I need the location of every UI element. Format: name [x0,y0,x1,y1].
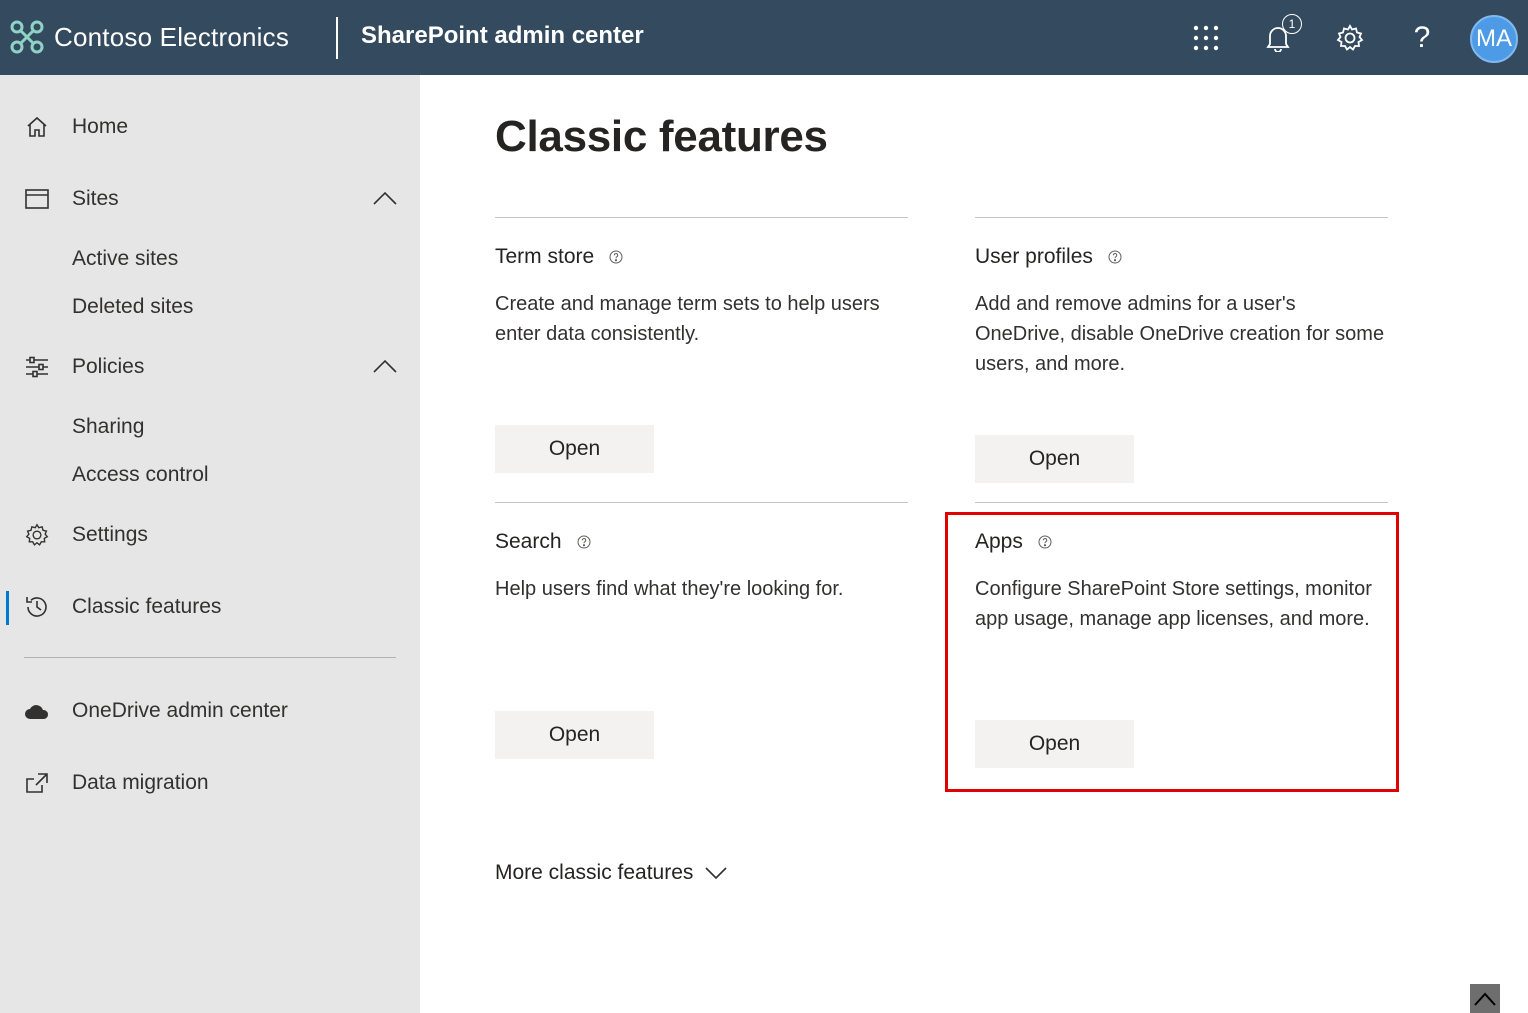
sliders-icon [24,354,50,380]
chevron-down-icon [705,867,727,880]
sidebar-item-classic-features[interactable]: Classic features [0,583,420,631]
sidebar-item-onedrive-admin-center[interactable]: OneDrive admin center [0,687,420,735]
card-title-text: Search [495,530,562,553]
settings-button[interactable] [1330,18,1370,58]
app-title[interactable]: SharePoint admin center [361,22,644,50]
sidebar-subitem-active-sites[interactable]: Active sites [72,247,178,271]
help-icon: ? [1413,21,1431,54]
card-description: Create and manage term sets to help user… [495,293,880,345]
card-divider [495,217,908,218]
card-user-profiles: User profiles Add and remove admins for … [975,217,1388,487]
info-icon[interactable] [1038,535,1052,549]
card-divider [975,502,1388,503]
cloud-icon [24,698,50,724]
top-bar: Contoso Electronics SharePoint admin cen… [0,0,1528,75]
more-classic-features-label: More classic features [495,861,694,884]
sidebar-item-label: Home [72,115,129,138]
sidebar-divider [24,657,396,658]
brand[interactable]: Contoso Electronics [10,18,289,56]
chevron-up-icon[interactable] [372,354,398,380]
sidebar: Home Sites Active sites Deleted sites Po… [0,75,420,1013]
card-term-store: Term store Create and manage term sets t… [495,217,908,477]
sidebar-item-label: Sites [72,187,119,210]
sidebar-item-label: Settings [72,523,148,546]
sidebar-subitem-deleted-sites[interactable]: Deleted sites [72,295,193,319]
chevron-up-icon[interactable] [372,186,398,212]
sidebar-item-data-migration[interactable]: Data migration [0,759,420,807]
sidebar-item-label: Policies [72,355,145,378]
open-term-store-button[interactable]: Open [495,425,654,473]
help-button[interactable]: ? [1402,18,1442,58]
card-apps: Apps Configure SharePoint Store settings… [975,502,1388,772]
app-launcher-icon [1193,25,1219,51]
avatar[interactable]: MA [1470,15,1518,63]
card-title-text: Apps [975,530,1023,553]
external-link-icon [24,770,50,796]
history-icon [24,594,50,620]
open-search-button[interactable]: Open [495,711,654,759]
chevron-up-icon [1474,992,1496,1006]
browser-icon [24,186,50,212]
notifications-button[interactable]: 1 [1258,14,1302,58]
sidebar-item-policies[interactable]: Policies [0,343,420,391]
card-description: Configure SharePoint Store settings, mon… [975,578,1372,630]
notification-badge: 1 [1282,14,1302,34]
card-description: Help users find what they're looking for… [495,578,844,600]
more-classic-features-toggle[interactable]: More classic features [495,861,727,885]
info-icon[interactable] [609,250,623,264]
card-title-text: Term store [495,245,595,268]
card-title: Apps [975,530,1052,554]
sidebar-item-sites[interactable]: Sites [0,175,420,223]
contoso-logo-icon [10,20,44,54]
scroll-to-top-button[interactable] [1470,984,1500,1013]
card-divider [495,502,908,503]
app-launcher-button[interactable] [1186,18,1226,58]
sidebar-item-label: OneDrive admin center [72,699,288,722]
card-title: Term store [495,245,623,269]
sidebar-subitem-sharing[interactable]: Sharing [72,415,144,439]
org-name: Contoso Electronics [54,21,290,52]
card-search: Search Help users find what they're look… [495,502,908,762]
sidebar-item-home[interactable]: Home [0,103,420,151]
card-divider [975,217,1388,218]
card-title: User profiles [975,245,1122,269]
card-description: Add and remove admins for a user's OneDr… [975,293,1385,375]
open-apps-button[interactable]: Open [975,720,1134,768]
sidebar-item-label: Classic features [72,595,222,618]
info-icon[interactable] [577,535,591,549]
home-icon [24,114,50,140]
sidebar-item-label: Data migration [72,771,209,794]
sidebar-subitem-access-control[interactable]: Access control [72,463,209,487]
gear-icon [24,522,50,548]
page-title: Classic features [495,112,828,161]
header-divider [336,17,338,59]
sidebar-item-settings[interactable]: Settings [0,511,420,559]
card-title: Search [495,530,591,554]
card-title-text: User profiles [975,245,1093,268]
open-user-profiles-button[interactable]: Open [975,435,1134,483]
gear-icon [1336,24,1364,51]
info-icon[interactable] [1108,250,1122,264]
